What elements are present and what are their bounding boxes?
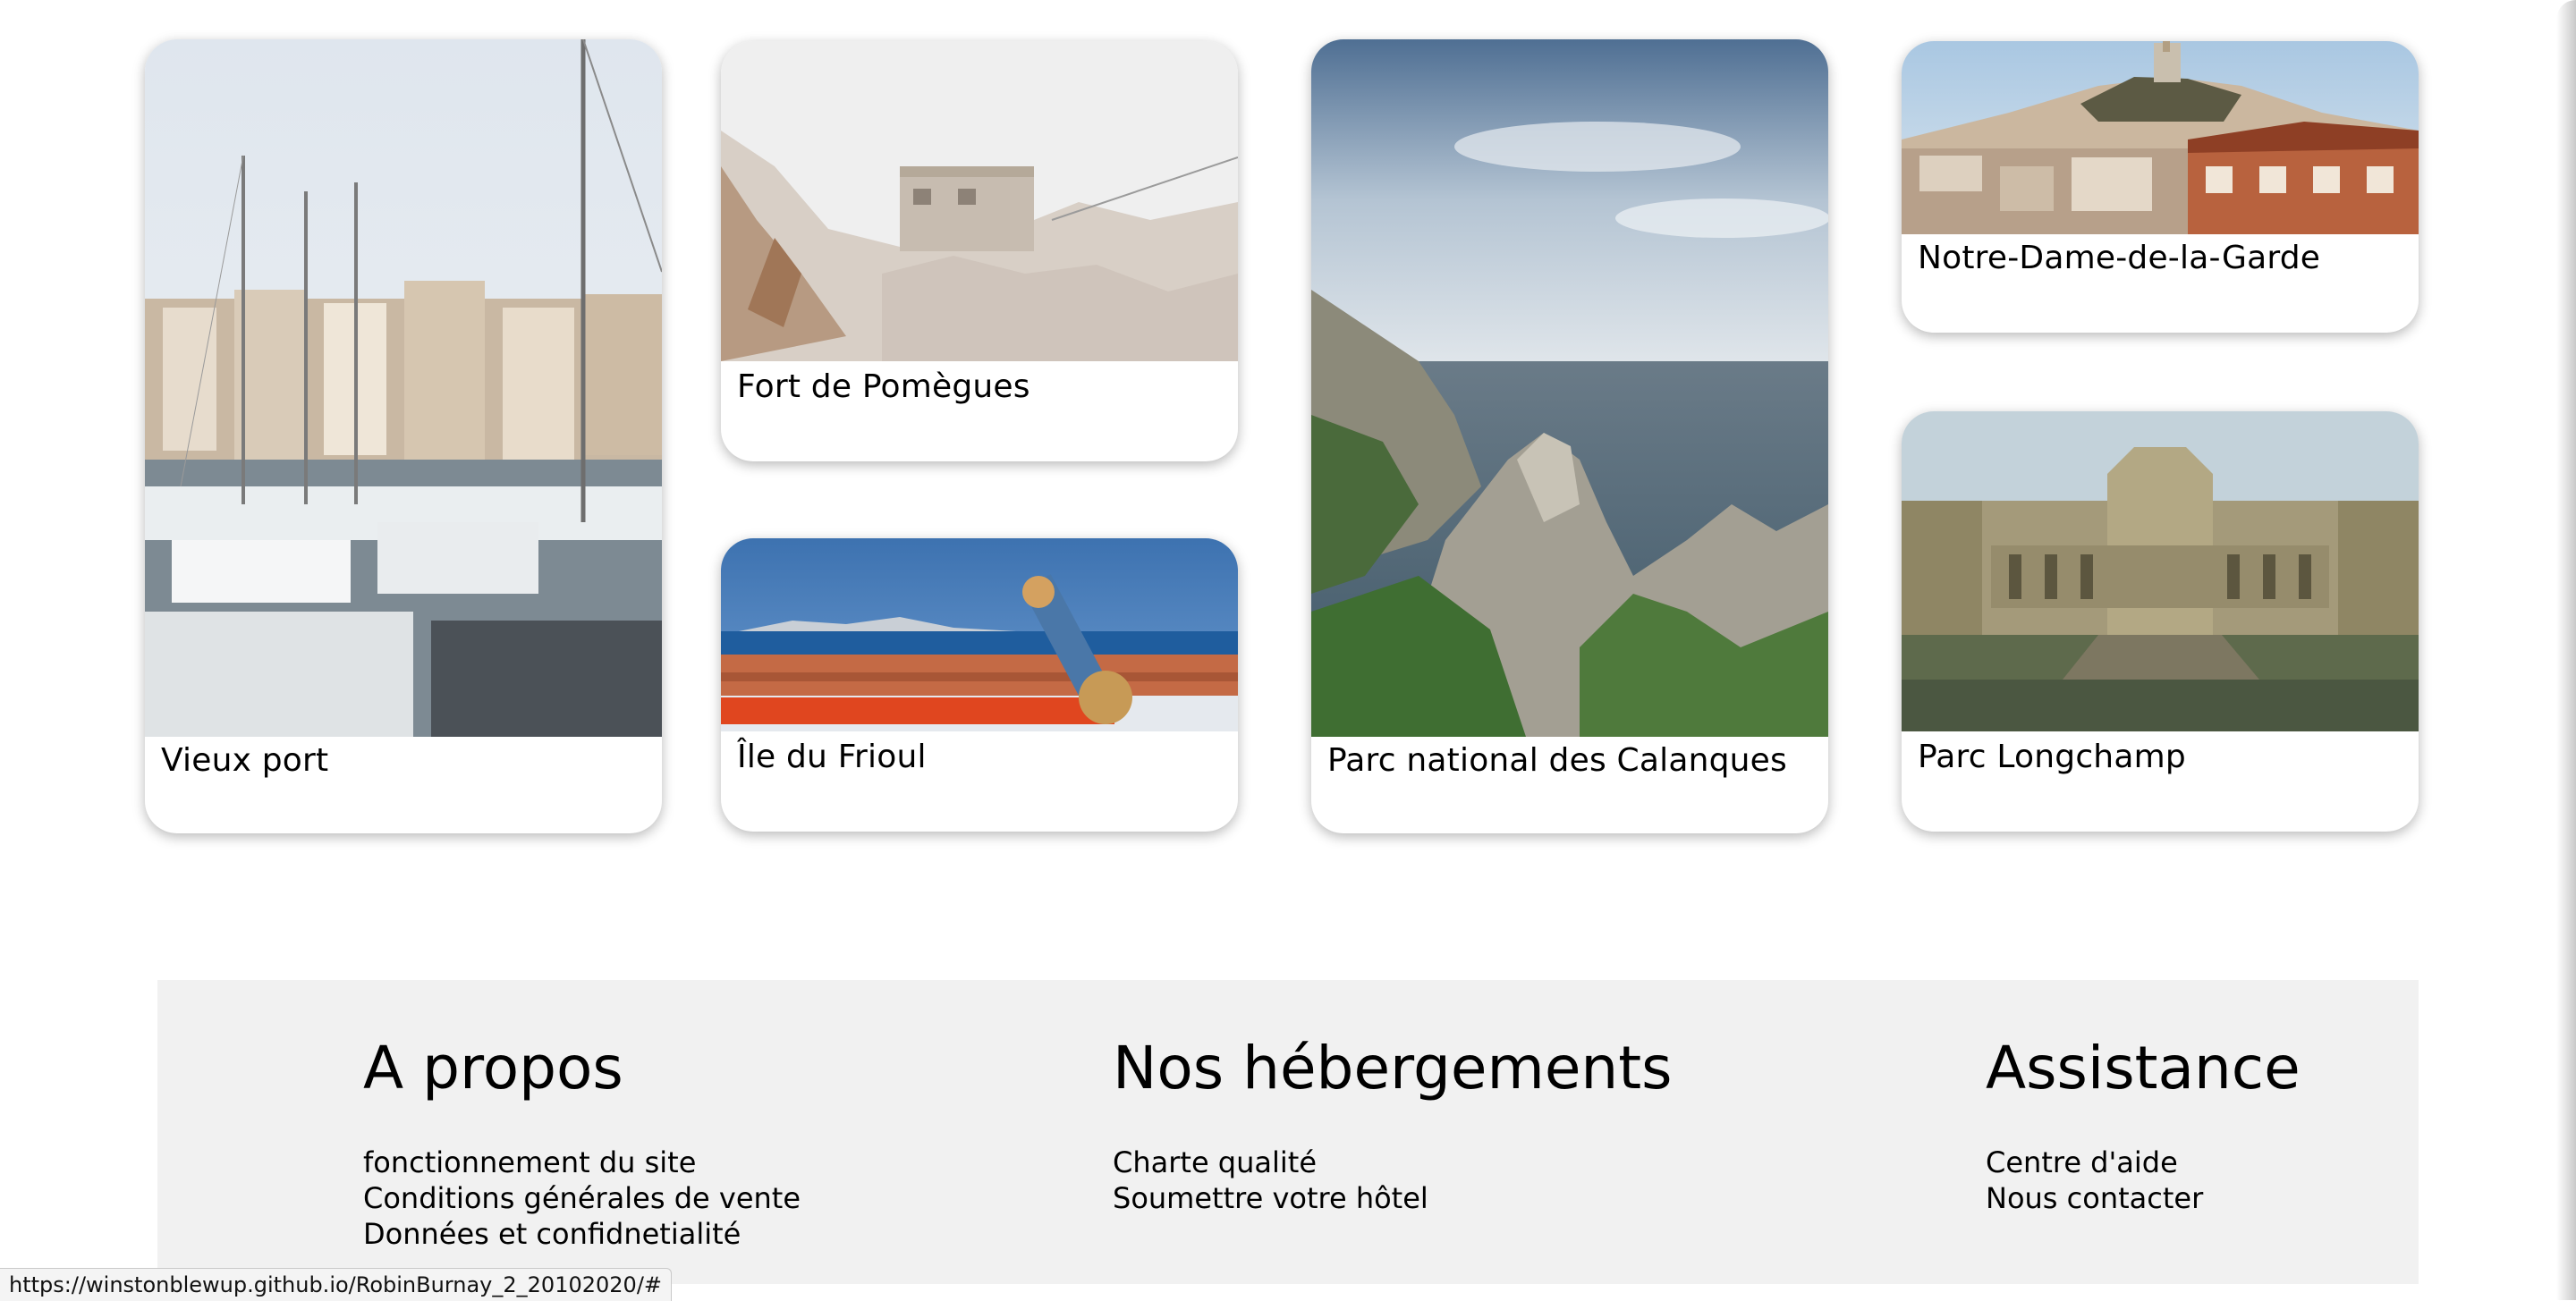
link-fonctionnement[interactable]: fonctionnement du site [363, 1145, 801, 1180]
footer-about-column: A propos fonctionnement du site Conditio… [363, 1039, 801, 1252]
card-ile-frioul[interactable]: Île du Frioul [721, 538, 1238, 832]
link-confidentialite[interactable]: Données et confidnetialité [363, 1216, 801, 1252]
calanques-photo [1311, 39, 1828, 737]
card-calanques[interactable]: Parc national des Calanques [1311, 39, 1828, 833]
link-centre-aide[interactable]: Centre d'aide [1986, 1145, 2301, 1180]
card-label: Île du Frioul [737, 739, 927, 775]
footer: A propos fonctionnement du site Conditio… [157, 980, 2419, 1284]
link-charte-qualite[interactable]: Charte qualité [1113, 1145, 1673, 1180]
footer-about-links: fonctionnement du site Conditions généra… [363, 1145, 801, 1252]
status-bar-url: https://winstonblewup.github.io/RobinBur… [0, 1268, 673, 1301]
card-vieux-port[interactable]: Vieux port [145, 39, 662, 833]
card-fort-pomegues[interactable]: Fort de Pomègues [721, 41, 1238, 461]
footer-support-title: Assistance [1986, 1034, 2301, 1102]
card-longchamp[interactable]: Parc Longchamp [1902, 411, 2419, 832]
card-label: Notre-Dame-de-la-Garde [1918, 240, 2321, 276]
link-soumettre-hotel[interactable]: Soumettre votre hôtel [1113, 1180, 1673, 1216]
footer-accommodations-title: Nos hébergements [1113, 1034, 1673, 1102]
card-label: Vieux port [161, 742, 329, 779]
footer-accommodations-links: Charte qualité Soumettre votre hôtel [1113, 1145, 1673, 1216]
fort-pomegues-photo [721, 41, 1238, 361]
link-nous-contacter[interactable]: Nous contacter [1986, 1180, 2301, 1216]
footer-about-title: A propos [363, 1034, 623, 1102]
card-label: Parc national des Calanques [1327, 742, 1787, 779]
card-notre-dame[interactable]: Notre-Dame-de-la-Garde [1902, 41, 2419, 333]
footer-accommodations-column: Nos hébergements Charte qualité Soumettr… [1113, 1039, 1673, 1216]
card-label: Parc Longchamp [1918, 739, 2186, 775]
footer-support-links: Centre d'aide Nous contacter [1986, 1145, 2301, 1216]
longchamp-photo [1902, 411, 2419, 731]
footer-support-column: Assistance Centre d'aide Nous contacter [1986, 1039, 2301, 1216]
notre-dame-photo [1902, 41, 2419, 234]
ile-frioul-photo [721, 538, 1238, 731]
window-edge-shadow [2556, 0, 2576, 1300]
card-label: Fort de Pomègues [737, 368, 1030, 405]
link-conditions-vente[interactable]: Conditions générales de vente [363, 1180, 801, 1216]
vieux-port-photo [145, 39, 662, 737]
